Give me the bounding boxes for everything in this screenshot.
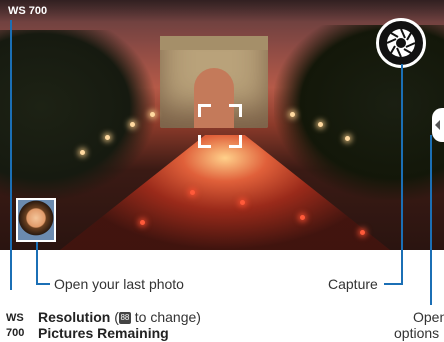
legend-code-700: 700: [6, 327, 25, 339]
last-photo-callout-line: [36, 242, 38, 284]
options-label-line2: options: [394, 325, 440, 341]
resolution-legend-hint: to change): [130, 309, 201, 325]
street-light: [130, 122, 135, 127]
pictures-remaining-title: Pictures Remaining: [38, 325, 169, 341]
street-light: [318, 122, 323, 127]
capture-callout-line: [384, 283, 402, 285]
last-photo-thumbnail[interactable]: [16, 198, 56, 242]
last-photo-label: Open your last photo: [54, 276, 184, 292]
options-callout-line: [430, 135, 432, 305]
resolution-badge: WS 700: [8, 5, 48, 17]
capture-callout-line: [401, 64, 403, 285]
focus-corner: [229, 104, 242, 117]
resolution-callout-line: [10, 20, 12, 290]
street-light: [290, 112, 295, 117]
street-light: [345, 136, 350, 141]
arch-top: [160, 36, 268, 50]
legend-code-ws: WS: [6, 312, 24, 324]
resolution-legend: Resolution (88 to change): [38, 309, 201, 325]
street-light: [105, 135, 110, 140]
last-photo-image: [18, 200, 54, 240]
resolution-icon: 88: [118, 312, 131, 325]
focus-frame: [198, 104, 242, 148]
resolution-legend-title: Resolution: [38, 309, 111, 325]
top-status-bar: WS 700: [0, 0, 444, 22]
trees-left: [0, 30, 155, 200]
camera-viewfinder: WS 700: [0, 0, 444, 250]
options-tab[interactable]: [432, 108, 444, 142]
capture-label: Capture: [328, 276, 378, 292]
car-light: [190, 190, 195, 195]
focus-corner: [229, 135, 242, 148]
street-light: [80, 150, 85, 155]
car-light: [300, 215, 305, 220]
focus-corner: [198, 135, 211, 148]
options-label-line1: Open: [413, 309, 444, 325]
capture-button[interactable]: [376, 18, 426, 68]
pictures-remaining-legend: Pictures Remaining: [38, 325, 169, 341]
street-light: [150, 112, 155, 117]
aperture-icon: [386, 28, 416, 58]
car-light: [240, 200, 245, 205]
car-light: [140, 220, 145, 225]
focus-corner: [198, 104, 211, 117]
resolution-legend-open: (: [110, 309, 119, 325]
car-light: [360, 230, 365, 235]
last-photo-callout-line: [36, 283, 50, 285]
